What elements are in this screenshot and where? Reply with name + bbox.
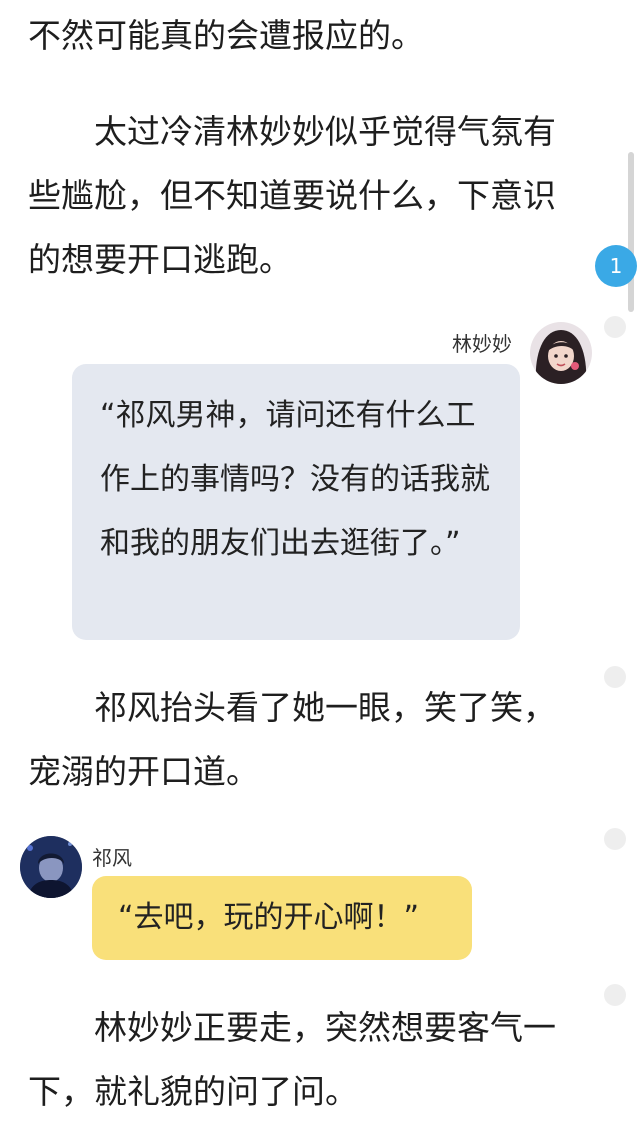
sender-name: 林妙妙 — [452, 332, 512, 356]
story-paragraph: 祁风抬头看了她一眼，笑了笑，宠溺的开口道。 — [28, 688, 556, 791]
chat-message-text: “祁风男神，请问还有什么工作上的事情吗？没有的话我就和我的朋友们出去逛街了。” — [100, 398, 490, 561]
comment-count-badge[interactable]: 1 — [595, 245, 637, 287]
story-paragraph: 不然可能真的会遭报应的。 — [28, 16, 424, 55]
scrollbar[interactable] — [628, 152, 634, 312]
chat-message-text: “去吧，玩的开心啊！” — [118, 900, 420, 935]
paragraph-comment-dot[interactable] — [604, 316, 626, 338]
sender-name: 祁风 — [92, 846, 132, 870]
boy-avatar-icon — [20, 836, 82, 898]
avatar[interactable] — [530, 322, 592, 384]
avatar[interactable] — [20, 836, 82, 898]
chat-bubble-linmiaomiao: “祁风男神，请问还有什么工作上的事情吗？没有的话我就和我的朋友们出去逛街了。” — [72, 364, 520, 640]
chat-bubble-qifeng: “去吧，玩的开心啊！” — [92, 876, 472, 960]
story-paragraph: 林妙妙正要走，突然想要客气一下，就礼貌的问了问。 — [28, 1008, 556, 1111]
girl-avatar-icon — [530, 322, 592, 384]
paragraph-comment-dot[interactable] — [604, 828, 626, 850]
paragraph-comment-dot[interactable] — [604, 666, 626, 688]
paragraph-comment-dot[interactable] — [604, 984, 626, 1006]
story-paragraph: 太过冷清林妙妙似乎觉得气氛有些尴尬，但不知道要说什么，下意识的想要开口逃跑。 — [28, 112, 556, 279]
